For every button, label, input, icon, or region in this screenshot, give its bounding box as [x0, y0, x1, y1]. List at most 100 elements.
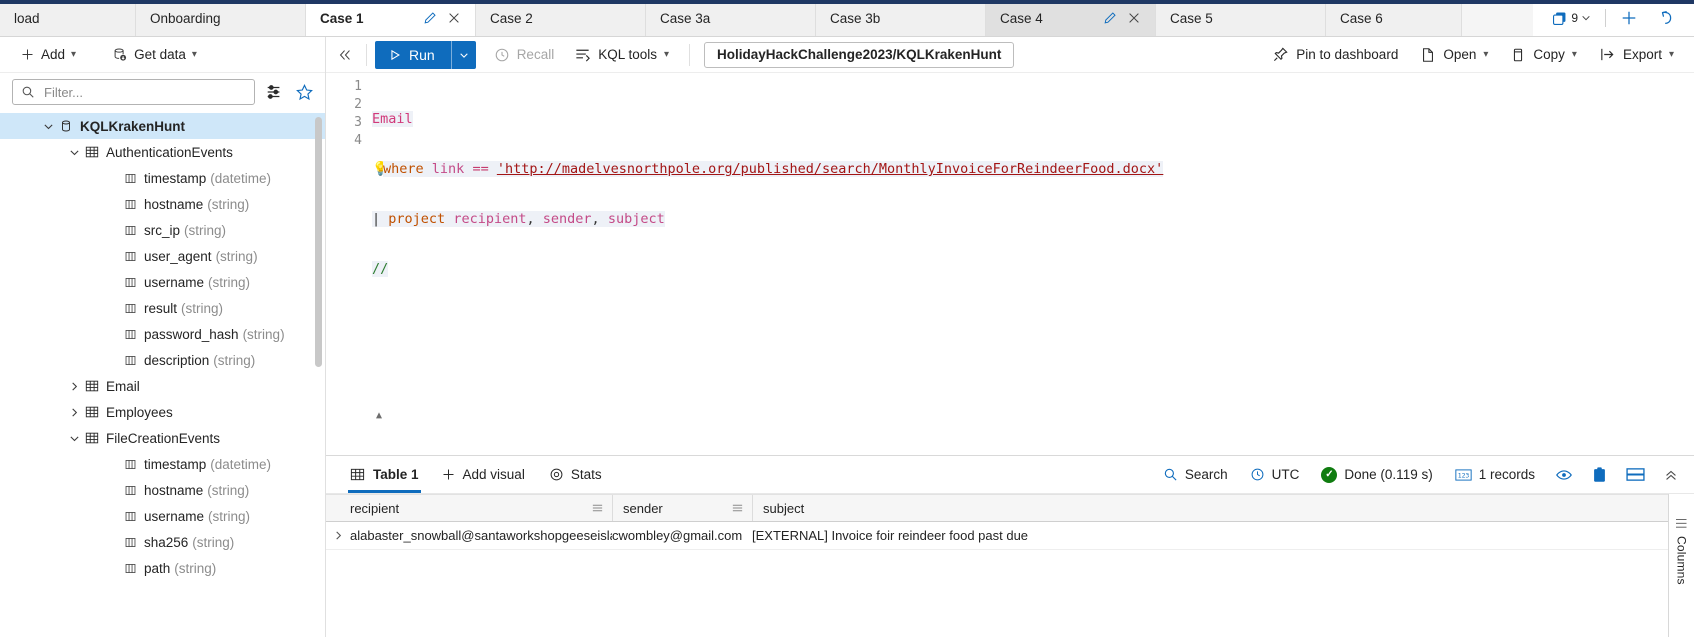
table-row[interactable]: alabaster_snowball@santaworkshopgeeseisl… — [326, 522, 1668, 550]
lightbulb-icon[interactable]: 💡 — [372, 160, 389, 178]
chevron-down-icon[interactable] — [40, 121, 56, 132]
tree-item-src-ip[interactable]: src_ip (string) — [0, 217, 325, 243]
tree-item-employees[interactable]: Employees — [0, 399, 325, 425]
tab-label: Case 5 — [1170, 10, 1213, 26]
add-button[interactable]: Add ▾ — [12, 43, 84, 66]
tab-case-3b[interactable]: Case 3b — [816, 0, 986, 36]
database-scope-pill[interactable]: HolidayHackChallenge2023/KQLKrakenHunt — [704, 41, 1015, 68]
rename-pencil-icon[interactable] — [1103, 11, 1117, 25]
tree-item-email[interactable]: Email — [0, 373, 325, 399]
results-tab-table-1[interactable]: Table 1 — [340, 456, 429, 493]
eye-icon[interactable] — [1546, 466, 1582, 484]
chevron-right-icon[interactable] — [66, 381, 82, 392]
get-data-button[interactable]: Get data ▾ — [104, 43, 205, 67]
column-icon — [120, 198, 140, 211]
tree-item-username[interactable]: username (string) — [0, 269, 325, 295]
close-icon[interactable] — [447, 11, 461, 25]
columns-side-rail[interactable]: ||| Columns — [1668, 494, 1694, 637]
chevron-right-icon[interactable] — [326, 530, 350, 541]
chevron-down-icon[interactable] — [66, 433, 82, 444]
column-icon — [120, 302, 140, 315]
column-header-subject[interactable]: subject — [752, 495, 1152, 521]
tree-item-authenticationevents[interactable]: AuthenticationEvents — [0, 139, 325, 165]
tab-case-1[interactable]: Case 1 — [306, 0, 476, 36]
recall-button[interactable]: Recall — [484, 43, 565, 67]
layout-rows-icon[interactable] — [1617, 467, 1654, 482]
chevron-down-icon: ▾ — [1483, 49, 1489, 60]
open-button[interactable]: Open ▾ — [1410, 43, 1498, 67]
plus-icon — [20, 47, 35, 62]
filter-box[interactable] — [12, 79, 255, 105]
column-icon — [120, 458, 140, 471]
tree-item-description[interactable]: description (string) — [0, 347, 325, 373]
editor-scroll-up-arrow[interactable]: ▲ — [372, 410, 386, 421]
column-header-recipient[interactable]: recipient — [326, 495, 612, 521]
database-path: HolidayHackChallenge2023/KQLKrakenHunt — [717, 47, 1002, 62]
tree-item-password-hash[interactable]: password_hash (string) — [0, 321, 325, 347]
tree-item-filecreationevents[interactable]: FileCreationEvents — [0, 425, 325, 451]
new-tab-button[interactable] — [1610, 0, 1648, 36]
tree-item-sha256[interactable]: sha256 (string) — [0, 529, 325, 555]
divider — [1605, 9, 1606, 27]
chevron-down-icon[interactable] — [66, 147, 82, 158]
search-icon — [1163, 467, 1178, 482]
results-search-button[interactable]: Search — [1152, 467, 1239, 482]
chevron-double-up-icon[interactable] — [1654, 467, 1688, 483]
pin-to-dashboard-button[interactable]: Pin to dashboard — [1262, 42, 1408, 67]
favorite-star-icon[interactable] — [293, 81, 315, 103]
restore-tab-button[interactable] — [1648, 0, 1686, 36]
tab-case-5[interactable]: Case 5 — [1156, 0, 1326, 36]
tab-label: Case 6 — [1340, 10, 1383, 26]
tab-case-2[interactable]: Case 2 — [476, 0, 646, 36]
tree-item-username[interactable]: username (string) — [0, 503, 325, 529]
schema-tree-scroll[interactable]: KQLKrakenHunt AuthenticationEvents timesta… — [0, 113, 325, 637]
tree-item-path[interactable]: path (string) — [0, 555, 325, 581]
tree-item-hostname[interactable]: hostname (string) — [0, 191, 325, 217]
query-toolbar: Run Recall KQL tools ▾ HolidayHackChalle… — [326, 37, 1694, 73]
tab-onboarding[interactable]: Onboarding — [136, 0, 306, 36]
editor-code[interactable]: Email 💡where link == 'http://madelvesnor… — [372, 73, 1694, 455]
tree-item-user-agent[interactable]: user_agent (string) — [0, 243, 325, 269]
tab-load[interactable]: load — [0, 0, 136, 36]
tab-list-button[interactable]: 9 — [1541, 0, 1601, 36]
column-header-sender[interactable]: sender — [612, 495, 752, 521]
timezone-button[interactable]: UTC — [1239, 467, 1311, 482]
schema-toolbar: Add ▾ Get data ▾ — [0, 37, 325, 73]
tree-item-type: (string) — [213, 352, 256, 368]
clipboard-icon[interactable] — [1582, 466, 1617, 484]
line-number: 4 — [354, 133, 362, 148]
kusto-explorer-window: load Onboarding Case 1 Case 2 Case 3a Ca… — [0, 0, 1694, 637]
tab-label: Onboarding — [150, 10, 221, 26]
column-icon — [120, 224, 140, 237]
run-button-main[interactable]: Run — [375, 41, 451, 69]
chevron-right-icon[interactable] — [66, 407, 82, 418]
token-comment: // — [372, 261, 389, 277]
kql-tools-button[interactable]: KQL tools ▾ — [564, 42, 679, 67]
schema-tree-scrollbar[interactable] — [313, 117, 323, 367]
chevron-double-left-icon[interactable] — [332, 42, 358, 68]
close-icon[interactable] — [1127, 11, 1141, 25]
copy-button[interactable]: Copy ▾ — [1500, 43, 1587, 67]
tree-item-timestamp[interactable]: timestamp (datetime) — [0, 451, 325, 477]
filter-settings-icon[interactable] — [263, 81, 285, 103]
rename-pencil-icon[interactable] — [423, 11, 437, 25]
tab-case-6[interactable]: Case 6 — [1326, 0, 1462, 36]
add-visual-button[interactable]: Add visual — [429, 456, 537, 493]
tree-item-result[interactable]: result (string) — [0, 295, 325, 321]
tree-item-timestamp[interactable]: timestamp (datetime) — [0, 165, 325, 191]
column-menu-icon[interactable] — [591, 502, 604, 515]
run-button[interactable]: Run — [375, 40, 476, 69]
tree-item-label: sha256 — [144, 534, 189, 550]
scrollbar-thumb[interactable] — [314, 117, 322, 367]
chevron-down-icon — [1581, 13, 1591, 23]
stats-button[interactable]: Stats — [537, 456, 614, 493]
tree-item-kqlkrakenhunt[interactable]: KQLKrakenHunt — [0, 113, 325, 139]
export-button[interactable]: Export ▾ — [1589, 42, 1684, 67]
run-options-caret[interactable] — [452, 41, 476, 69]
column-menu-icon[interactable] — [731, 502, 744, 515]
tab-case-4[interactable]: Case 4 — [986, 0, 1156, 36]
tree-item-hostname[interactable]: hostname (string) — [0, 477, 325, 503]
tab-case-3a[interactable]: Case 3a — [646, 0, 816, 36]
kql-editor[interactable]: 1 2 3 4 Email 💡where link == 'http://mad… — [326, 73, 1694, 456]
search-input[interactable] — [42, 83, 246, 101]
